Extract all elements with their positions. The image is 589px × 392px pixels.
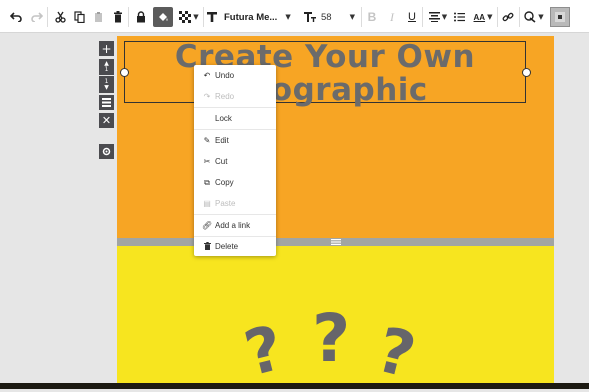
toolbar-divider	[519, 7, 520, 27]
underline-icon[interactable]: U	[405, 7, 419, 27]
menu-item-lock[interactable]: Lock	[194, 108, 276, 129]
menu-item-label: Copy	[215, 178, 234, 187]
scissors-icon[interactable]	[52, 7, 68, 27]
link-icon[interactable]	[500, 7, 516, 27]
menu-item-label: Paste	[215, 199, 236, 208]
font-size-value: 58	[321, 11, 332, 23]
add-element-button[interactable]: +	[99, 41, 114, 56]
menu-item-label: Delete	[215, 242, 239, 251]
menu-item-redo[interactable]: ↷ Redo	[194, 86, 276, 107]
menu-item-label: Add a link	[215, 221, 251, 230]
toolbar-divider	[497, 7, 498, 27]
arrange-button[interactable]	[550, 7, 570, 27]
section-divider-handle[interactable]	[117, 238, 554, 246]
menu-item-label: Undo	[215, 71, 235, 80]
menu-item-label: Redo	[215, 92, 235, 101]
chevron-down-icon: ▼	[349, 13, 355, 21]
menu-item-paste[interactable]: ▤ Paste	[194, 193, 276, 214]
settings-button[interactable]	[99, 144, 114, 159]
align-tools-button[interactable]	[99, 95, 114, 110]
headline-text-box[interactable]: Create Your Own Infographic	[124, 41, 526, 107]
toolbar-divider	[128, 7, 129, 27]
chevron-down-icon: ▼	[285, 13, 291, 21]
bullet-list-icon[interactable]	[452, 7, 466, 27]
layer-up-label: 1	[104, 66, 109, 73]
resize-handle-right[interactable]	[522, 68, 531, 77]
undo-icon: ↶	[203, 71, 211, 80]
align-dropdown[interactable]: ▼	[427, 7, 449, 27]
menu-item-cut[interactable]: ✂ Cut	[194, 151, 276, 172]
bold-icon[interactable]: B	[365, 7, 379, 27]
arrow-down-icon: ▼	[104, 83, 109, 91]
chevron-down-icon: ▼	[487, 13, 493, 21]
question-mark-middle[interactable]: ?	[312, 306, 350, 372]
chevron-down-icon: ▼	[193, 13, 199, 21]
context-menu: ↶ Undo ↷ Redo Lock ✎ Edit ✂ Cut ⧉ Copy ▤…	[194, 65, 276, 256]
rows-icon	[102, 98, 111, 107]
toolbar-divider	[361, 7, 362, 27]
paste-icon[interactable]	[90, 7, 106, 27]
menu-item-label: Lock	[215, 114, 232, 123]
paste-icon: ▤	[203, 199, 211, 208]
fill-bucket-icon[interactable]	[153, 7, 173, 27]
redo-icon[interactable]	[29, 7, 45, 27]
headline-line-2: Infographic	[222, 72, 428, 108]
headline-text: Create Your Own Infographic	[125, 39, 525, 108]
align-center-icon	[428, 12, 440, 22]
chevron-down-icon: ▼	[538, 13, 544, 21]
menu-item-label: Cut	[215, 157, 228, 166]
close-icon[interactable]: ✕	[99, 113, 114, 128]
font-size-select[interactable]: 58 ▼	[304, 7, 358, 27]
copy-icon: ⧉	[204, 177, 210, 187]
shape-effects-dropdown[interactable]: ▼	[522, 7, 546, 27]
bottom-bar	[0, 383, 589, 389]
layer-up-button[interactable]: ▲ 1	[99, 59, 114, 75]
editor-toolbar: ▼ Futura Me... ▼ 58 ▼ B I U ▼ AA ▼ ▼	[0, 0, 589, 33]
menu-item-edit[interactable]: ✎ Edit	[194, 130, 276, 151]
link-icon: 🔗︎	[201, 221, 213, 230]
font-family-value: Futura Me...	[224, 11, 278, 23]
toolbar-divider	[422, 7, 423, 27]
scissors-icon: ✂	[203, 157, 211, 166]
font-family-select[interactable]: Futura Me... ▼	[207, 7, 299, 27]
text-icon	[207, 12, 217, 22]
checkerboard-icon	[179, 11, 192, 23]
layer-down-button[interactable]: 1 ▼	[99, 76, 114, 93]
undo-icon[interactable]	[8, 7, 24, 27]
gear-icon	[102, 147, 111, 156]
redo-icon: ↷	[203, 92, 211, 101]
resize-handle-left[interactable]	[120, 68, 129, 77]
menu-item-undo[interactable]: ↶ Undo	[194, 65, 276, 86]
shape-effect-icon	[524, 11, 536, 23]
toolbar-divider	[47, 7, 48, 27]
text-case-dropdown[interactable]: AA ▼	[471, 7, 495, 27]
trash-icon	[201, 241, 213, 252]
menu-item-delete[interactable]: Delete	[194, 237, 276, 256]
chevron-down-icon: ▼	[441, 13, 448, 21]
text-case-icon: AA	[473, 12, 486, 22]
copy-icon[interactable]	[71, 7, 87, 27]
italic-icon[interactable]: I	[385, 7, 399, 27]
menu-item-label: Edit	[215, 136, 229, 145]
layer-icon	[555, 12, 565, 22]
trash-icon[interactable]	[110, 7, 126, 27]
menu-item-add-link[interactable]: 🔗︎ Add a link	[194, 215, 276, 236]
headline-line-1: Create Your Own	[174, 39, 476, 75]
lock-icon[interactable]	[133, 7, 149, 27]
drag-handle-icon	[331, 239, 341, 245]
pencil-icon: ✎	[203, 136, 211, 145]
toolbar-divider	[203, 7, 204, 27]
menu-item-copy[interactable]: ⧉ Copy	[194, 172, 276, 193]
font-size-icon	[304, 12, 316, 22]
pattern-dropdown[interactable]: ▼	[177, 7, 201, 27]
